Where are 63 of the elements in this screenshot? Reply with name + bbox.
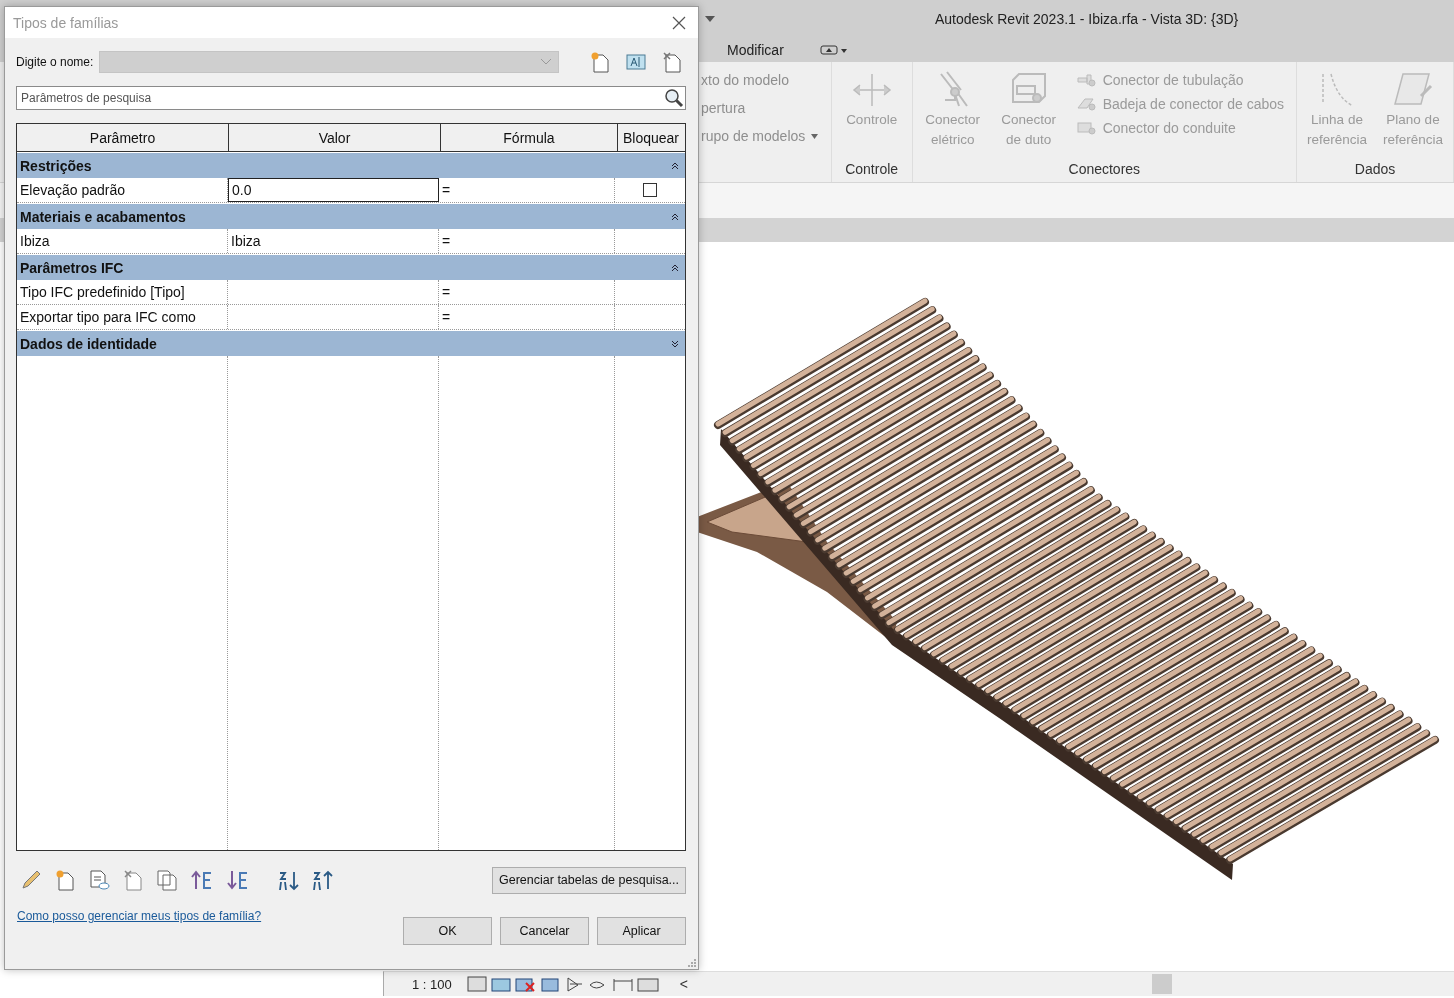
value-input[interactable]: 0.0 xyxy=(228,178,439,202)
conduit-connector-icon xyxy=(1076,120,1097,136)
parameter-cell: Ibiza xyxy=(17,229,228,253)
dialog-title: Tipos de famílias xyxy=(13,14,119,31)
new-parameter-icon[interactable] xyxy=(54,869,76,891)
group-name: Dados de identidade xyxy=(20,335,157,352)
close-icon[interactable] xyxy=(672,15,686,30)
search-field[interactable]: Parâmetros de pesquisa xyxy=(16,86,686,110)
collapse-button[interactable]: < xyxy=(679,976,688,992)
move-down-icon[interactable] xyxy=(226,869,250,891)
pencil-icon[interactable] xyxy=(20,869,42,891)
group-header[interactable]: Restrições xyxy=(17,152,685,178)
collapse-icon[interactable] xyxy=(671,161,679,170)
value-cell: Ibiza xyxy=(228,229,439,253)
expand-icon[interactable] xyxy=(671,339,679,348)
pipe-connector-icon xyxy=(1076,72,1097,88)
formula-cell: = xyxy=(439,178,615,202)
collapse-icon[interactable] xyxy=(671,212,679,221)
field-label: Digite o nome: xyxy=(16,55,94,69)
sort-ascending-icon[interactable] xyxy=(278,869,300,891)
lock-checkbox[interactable] xyxy=(642,183,657,197)
manage-lookup-tables-button[interactable]: Gerenciar tabelas de pesquisa... xyxy=(492,866,686,894)
delete-type-icon[interactable] xyxy=(661,51,684,73)
delete-parameter-icon[interactable] xyxy=(122,869,144,891)
column-header[interactable]: Fórmula xyxy=(441,124,618,151)
move-up-icon[interactable] xyxy=(190,869,214,891)
formula-cell: = xyxy=(439,305,615,329)
panel-title: Conectores xyxy=(1067,160,1142,179)
group-name: Parâmetros IFC xyxy=(20,259,124,276)
formula-cell: = xyxy=(439,280,615,304)
dialog-button[interactable]: OK xyxy=(403,917,492,945)
search-icon[interactable] xyxy=(664,88,684,108)
sort-descending-icon[interactable] xyxy=(312,869,334,891)
group-header[interactable]: Dados de identidade xyxy=(17,330,685,356)
group-header[interactable]: Parâmetros IFC xyxy=(17,254,685,280)
parameter-cell: Exportar tipo para IFC como xyxy=(17,305,228,329)
document-cloud-icon[interactable] xyxy=(88,869,110,891)
panel-toggle-icon[interactable] xyxy=(819,43,848,56)
dialog-button[interactable]: Cancelar xyxy=(500,917,589,945)
column-header[interactable]: Bloquear xyxy=(618,124,684,151)
column-header[interactable]: Parâmetro xyxy=(17,124,229,151)
panel-title: Dados xyxy=(1353,160,1397,179)
group-name: Materiais e acabamentos xyxy=(20,208,186,225)
scale-label[interactable]: 1 : 100 xyxy=(412,976,452,992)
formula-cell: = xyxy=(439,229,615,253)
resize-grip-icon[interactable] xyxy=(687,958,697,968)
help-link[interactable]: Como posso gerenciar meus tipos de família? xyxy=(17,909,262,923)
new-type-icon[interactable] xyxy=(589,51,612,73)
panel-title: Controle xyxy=(844,160,900,179)
group-header[interactable]: Materiais e acabamentos xyxy=(17,203,685,229)
rename-type-icon[interactable] xyxy=(625,51,648,73)
ribbon-tab[interactable]: Modificar xyxy=(727,39,784,60)
scrollbar-thumb[interactable] xyxy=(1151,974,1172,994)
column-header[interactable]: Valor xyxy=(229,124,441,151)
caret-icon[interactable] xyxy=(811,133,819,139)
parameter-cell: Tipo IFC predefinido [Tipo] xyxy=(17,280,228,304)
collapse-icon[interactable] xyxy=(671,263,679,272)
group-name: Restrições xyxy=(20,157,92,174)
tray-connector-icon xyxy=(1076,96,1097,112)
copy-icon[interactable] xyxy=(156,869,178,891)
quick-access-caret-icon[interactable] xyxy=(705,15,715,22)
window-title: Autodesk Revit 2023.1 - Ibiza.rfa - Vista 3D: {3D} xyxy=(935,10,1239,27)
dialog-button[interactable]: Aplicar xyxy=(597,917,686,945)
